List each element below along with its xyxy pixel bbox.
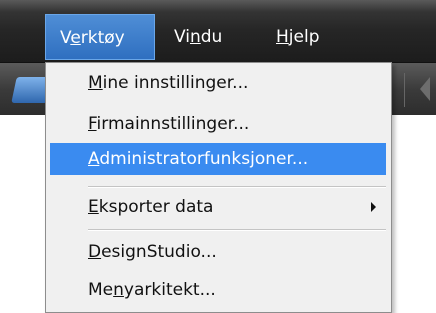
item-label-post: dministratorfunksjoner...: [99, 149, 309, 169]
menu-bar: Verktøy Vindu Hjelp: [0, 0, 436, 63]
item-label-post: yarkitekt...: [123, 280, 216, 300]
menu-hjelp-label-post: jelp: [288, 27, 320, 47]
item-label-post: ine innstillinger...: [102, 73, 249, 93]
item-label-mnemonic: D: [88, 242, 102, 262]
menu-hjelp[interactable]: Hjelp: [262, 14, 342, 60]
menu-verktoy-label-pre: V: [60, 28, 71, 48]
menu-vindu-label-post: du: [200, 27, 223, 47]
menu-verktoy-label-post: rktøy: [80, 28, 125, 48]
menu-item-eksporter-data[interactable]: Eksporter data: [50, 191, 386, 223]
menu-hjelp-label-mnemonic: H: [276, 27, 289, 47]
item-label-mnemonic: E: [88, 197, 99, 217]
menu-verktoy-label-mnemonic: e: [70, 28, 81, 48]
toolbar-scroll-left-icon[interactable]: [420, 77, 430, 101]
item-label-mnemonic: M: [88, 73, 103, 93]
menu-vindu-label-pre: Vi: [174, 27, 190, 47]
toolbar-separator: [404, 73, 405, 107]
item-label-post: esignStudio...: [101, 242, 217, 262]
item-label-post: ksporter data: [98, 197, 214, 217]
menu-item-menyarkitekt[interactable]: Menyarkitekt...: [50, 274, 386, 306]
item-label-post: irmainnstillinger...: [96, 114, 250, 134]
menu-separator: [88, 186, 386, 188]
menu-item-designstudio[interactable]: DesignStudio...: [50, 236, 386, 268]
item-label-mnemonic: n: [113, 280, 124, 300]
menu-item-administratorfunksjoner[interactable]: Administratorfunksjoner...: [50, 143, 386, 175]
menu-item-firmainnstillinger[interactable]: Firmainnstillinger...: [50, 108, 386, 140]
menu-vindu-label-mnemonic: n: [189, 27, 201, 47]
verktoy-dropdown-menu: Mine innstillinger... Firmainnstillinger…: [45, 62, 392, 313]
item-label-mnemonic: A: [88, 149, 100, 169]
item-label-mnemonic: F: [88, 114, 97, 134]
item-label-pre: Me: [88, 280, 114, 300]
menu-vindu[interactable]: Vindu: [160, 14, 250, 60]
menu-bar-top-strip: [0, 0, 436, 12]
menu-verktoy[interactable]: Verktøy: [45, 14, 155, 60]
menu-separator: [88, 229, 386, 231]
submenu-arrow-icon: [371, 202, 376, 212]
menu-item-mine-innstillinger[interactable]: Mine innstillinger...: [50, 67, 386, 99]
